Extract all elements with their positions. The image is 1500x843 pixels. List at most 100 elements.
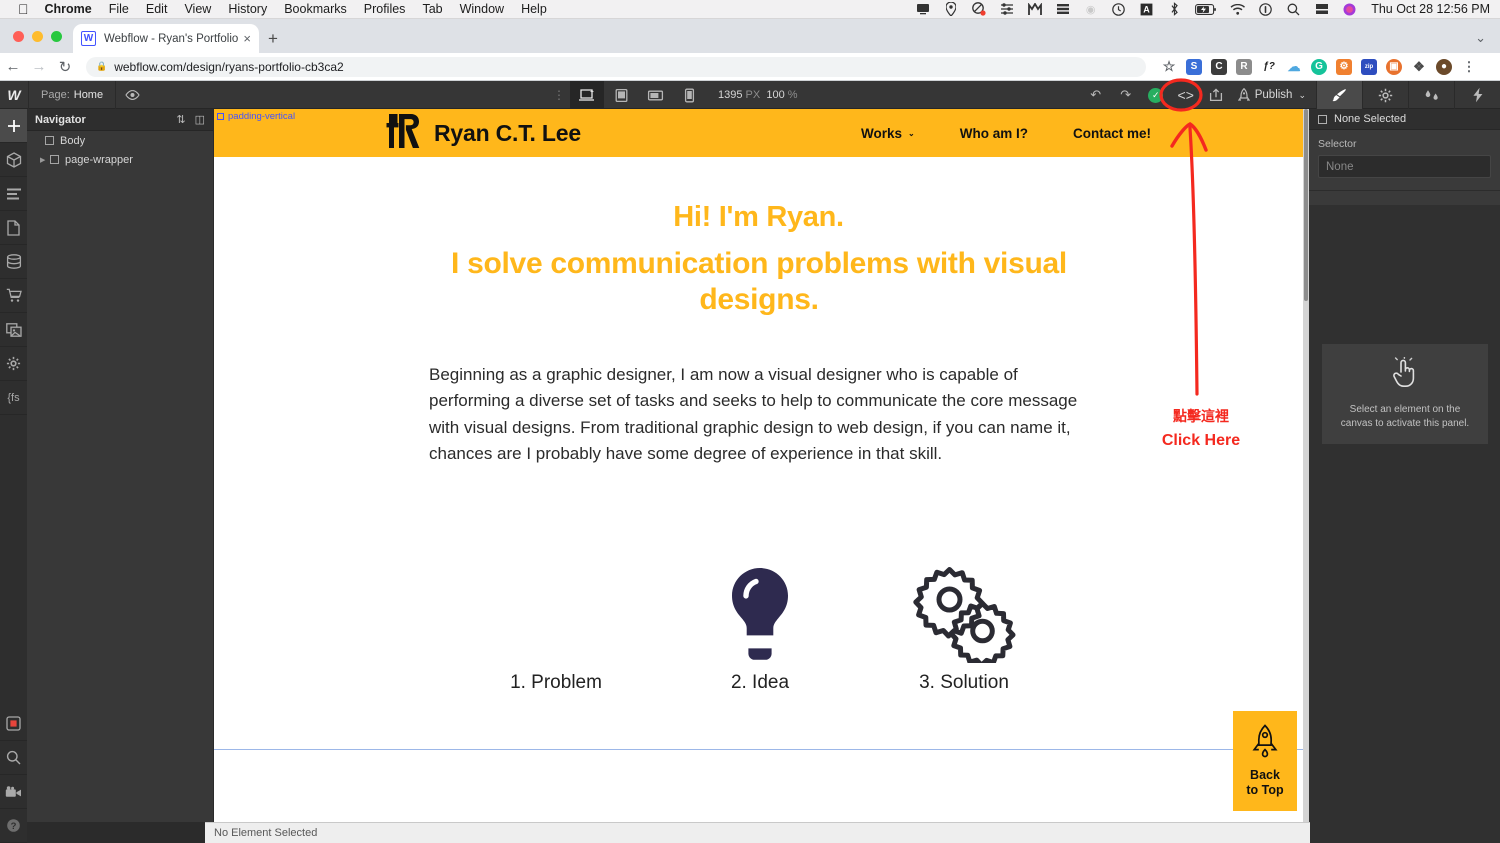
add-elements-icon[interactable] bbox=[0, 109, 27, 143]
video-tutorials-icon[interactable] bbox=[0, 775, 27, 809]
forward-button[interactable]: → bbox=[26, 58, 52, 75]
padding-vertical-badge[interactable]: padding-vertical bbox=[217, 111, 295, 122]
save-status-indicator[interactable]: ✓ bbox=[1141, 81, 1171, 109]
menu-file[interactable]: File bbox=[109, 2, 129, 16]
menu-bar-clock[interactable]: Thu Oct 28 12:56 PM bbox=[1371, 2, 1490, 16]
back-button[interactable]: ← bbox=[0, 58, 26, 75]
profile-avatar[interactable]: ● bbox=[1436, 58, 1452, 75]
tabstrip-expand-icon[interactable]: ⌄ bbox=[1475, 30, 1486, 46]
close-window-button[interactable] bbox=[13, 31, 24, 42]
spotlight-search-icon[interactable] bbox=[1286, 2, 1301, 17]
menu-view[interactable]: View bbox=[184, 2, 211, 16]
minimize-window-button[interactable] bbox=[32, 31, 43, 42]
menu-chrome[interactable]: Chrome bbox=[45, 2, 92, 16]
effects-panel-tab[interactable] bbox=[1454, 81, 1500, 109]
navigator-icon[interactable] bbox=[0, 177, 27, 211]
malwarebytes-icon[interactable] bbox=[1027, 2, 1042, 17]
site-header[interactable]: Ryan C.T. Lee Works ⌄ Who am I? Contact … bbox=[214, 109, 1303, 157]
settings-icon[interactable] bbox=[0, 347, 27, 381]
page-indicator[interactable]: Page: Home bbox=[28, 80, 115, 109]
help-icon[interactable]: ? bbox=[0, 809, 27, 843]
shield-icon[interactable] bbox=[971, 2, 986, 17]
cms-icon[interactable] bbox=[0, 245, 27, 279]
stop-recording-icon[interactable] bbox=[0, 707, 27, 741]
webflow-logo-icon[interactable]: W bbox=[0, 81, 28, 109]
wifi-icon[interactable] bbox=[1230, 2, 1246, 17]
image-extension-icon[interactable]: ▣ bbox=[1386, 58, 1402, 75]
tablet-landscape-breakpoint-button[interactable] bbox=[638, 81, 672, 109]
pages-icon[interactable] bbox=[0, 211, 27, 245]
fontface-ninja-extension-icon[interactable]: ƒ? bbox=[1261, 59, 1277, 75]
grammarly-extension-icon[interactable]: G bbox=[1311, 58, 1327, 75]
sketch-extension-icon[interactable]: S bbox=[1186, 58, 1202, 75]
bluetooth-icon[interactable] bbox=[1167, 2, 1182, 17]
menu-bookmarks[interactable]: Bookmarks bbox=[284, 2, 347, 16]
settings-panel-tab[interactable] bbox=[1362, 81, 1408, 109]
interactions-panel-tab[interactable] bbox=[1408, 81, 1454, 109]
zip-extension-icon[interactable]: zip bbox=[1361, 58, 1377, 75]
redo-button[interactable]: ↷ bbox=[1111, 81, 1141, 109]
new-tab-button[interactable]: + bbox=[268, 30, 278, 47]
orange-tool-extension-icon[interactable]: ⚙ bbox=[1336, 58, 1352, 75]
site-page[interactable]: Ryan C.T. Lee Works ⌄ Who am I? Contact … bbox=[214, 109, 1303, 822]
character-input-icon[interactable]: A bbox=[1139, 2, 1154, 17]
desktop-breakpoint-button[interactable] bbox=[570, 81, 604, 109]
menu-edit[interactable]: Edit bbox=[146, 2, 168, 16]
menu-window[interactable]: Window bbox=[460, 2, 504, 16]
undo-button[interactable]: ↶ bbox=[1081, 81, 1111, 109]
screen-sharing-icon[interactable] bbox=[1314, 2, 1329, 17]
back-to-top-button[interactable]: Back to Top bbox=[1233, 711, 1297, 811]
browser-tab[interactable]: W Webflow - Ryan's Portfolio × bbox=[73, 24, 259, 53]
close-tab-button[interactable]: × bbox=[243, 31, 251, 46]
stack-icon[interactable] bbox=[1055, 2, 1070, 17]
maximize-window-button[interactable] bbox=[51, 31, 62, 42]
siri-icon[interactable] bbox=[1342, 2, 1357, 17]
network-tuning-icon[interactable] bbox=[999, 2, 1014, 17]
nav-link-who-am-i[interactable]: Who am I? bbox=[960, 126, 1028, 141]
canvas-size-indicator[interactable]: 1395 PX 100 % bbox=[718, 89, 798, 101]
tree-item-body[interactable]: Body bbox=[27, 131, 213, 150]
bookmark-star-icon[interactable]: ☆ bbox=[1161, 58, 1177, 75]
cite-extension-icon[interactable]: C bbox=[1211, 58, 1227, 75]
tree-item-page-wrapper[interactable]: ▶ page-wrapper bbox=[27, 150, 213, 169]
menu-history[interactable]: History bbox=[228, 2, 267, 16]
assets-icon[interactable] bbox=[0, 313, 27, 347]
nav-link-works[interactable]: Works ⌄ bbox=[861, 126, 915, 141]
publish-button[interactable]: Publish ⌄ bbox=[1231, 81, 1316, 109]
cloud-extension-icon[interactable]: ☁ bbox=[1286, 59, 1302, 75]
nav-link-contact-me[interactable]: Contact me! bbox=[1073, 126, 1151, 141]
display-icon[interactable] bbox=[915, 2, 930, 17]
site-brand[interactable]: Ryan C.T. Lee bbox=[386, 112, 581, 155]
location-icon[interactable] bbox=[943, 2, 958, 17]
tablet-breakpoint-button[interactable] bbox=[604, 81, 638, 109]
finsweet-icon[interactable]: {fs bbox=[0, 381, 27, 415]
menu-tab[interactable]: Tab bbox=[422, 2, 442, 16]
style-panel-tab[interactable] bbox=[1316, 81, 1362, 109]
chrome-menu-icon[interactable]: ⋮ bbox=[1461, 59, 1477, 75]
sort-icon[interactable]: ⇅ bbox=[176, 113, 185, 126]
scrollbar-thumb[interactable] bbox=[1304, 109, 1308, 301]
reload-button[interactable]: ↻ bbox=[52, 58, 78, 76]
mobile-breakpoint-button[interactable] bbox=[672, 81, 706, 109]
toolbar-drag-handle[interactable]: ⋮ bbox=[548, 88, 570, 102]
code-embed-icon[interactable]: <> bbox=[1171, 81, 1201, 109]
puzzle-extensions-icon[interactable]: ❖ bbox=[1411, 59, 1427, 75]
selector-input[interactable]: None bbox=[1318, 155, 1491, 178]
search-icon[interactable] bbox=[0, 741, 27, 775]
export-icon[interactable] bbox=[1201, 81, 1231, 109]
readwise-extension-icon[interactable]: R bbox=[1236, 58, 1252, 75]
apple-logo-icon[interactable]:  bbox=[18, 2, 29, 16]
timemachine-icon[interactable] bbox=[1111, 2, 1126, 17]
design-canvas[interactable]: Ryan C.T. Lee Works ⌄ Who am I? Contact … bbox=[214, 109, 1309, 822]
menu-profiles[interactable]: Profiles bbox=[364, 2, 406, 16]
menu-help[interactable]: Help bbox=[521, 2, 547, 16]
tree-caret-icon[interactable]: ▶ bbox=[40, 156, 50, 164]
preview-toggle-icon[interactable] bbox=[115, 80, 149, 109]
components-icon[interactable] bbox=[0, 143, 27, 177]
control-center-icon[interactable] bbox=[1258, 2, 1273, 17]
battery-icon[interactable] bbox=[1195, 2, 1217, 17]
ecommerce-icon[interactable] bbox=[0, 279, 27, 313]
address-bar[interactable]: 🔒 webflow.com/design/ryans-portfolio-cb3… bbox=[86, 56, 1146, 77]
extensions-row: ☆ S C R ƒ? ☁ G ⚙ zip ▣ ❖ ● ⋮ bbox=[1152, 58, 1477, 75]
panel-collapse-icon[interactable]: ◫ bbox=[195, 113, 205, 126]
